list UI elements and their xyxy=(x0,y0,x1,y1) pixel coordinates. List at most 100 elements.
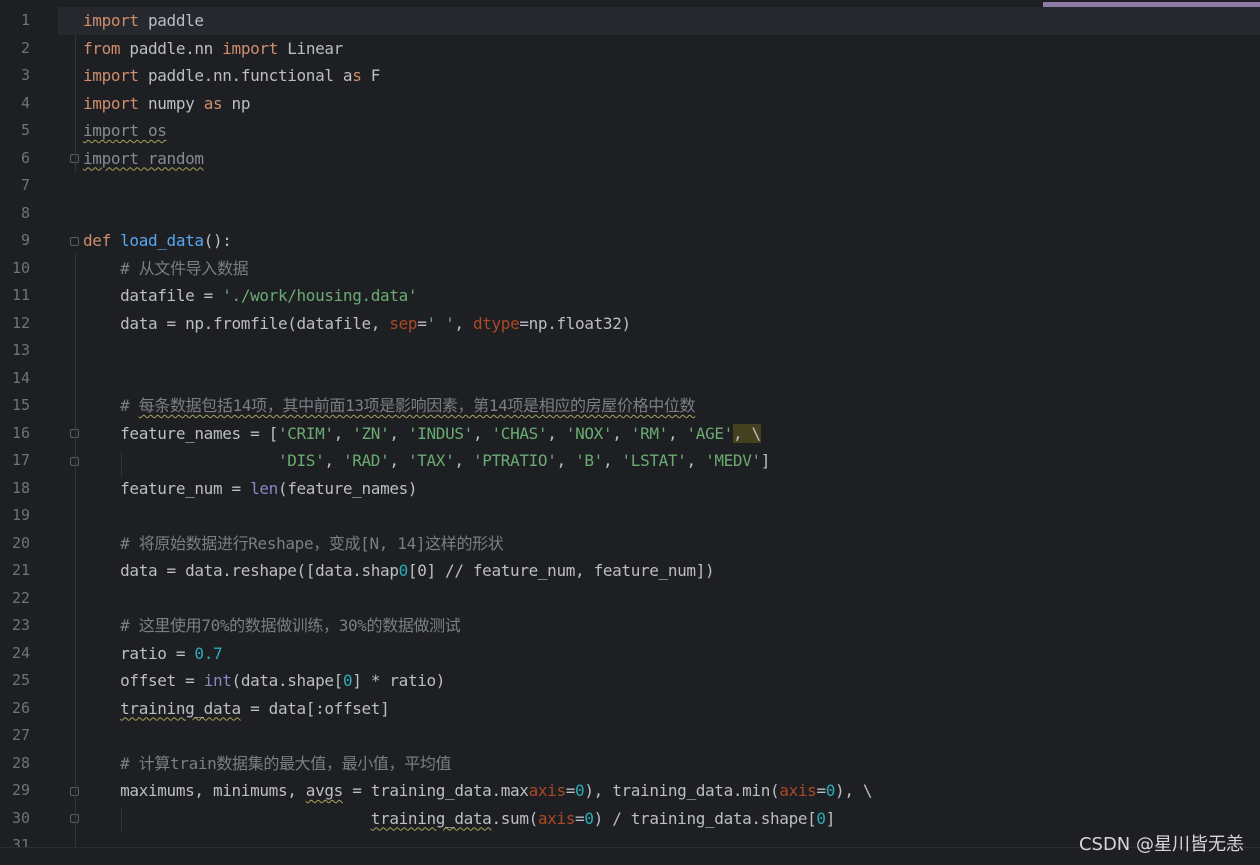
code-line[interactable]: feature_num = len(feature_names) xyxy=(83,475,417,503)
code-token: ] xyxy=(760,451,771,470)
line-number: 28 xyxy=(11,753,30,772)
line-number: 19 xyxy=(11,506,30,524)
code-token: 0 xyxy=(575,781,585,800)
code-line[interactable]: training_data = data[:offset] xyxy=(83,695,390,723)
code-token: 0 xyxy=(816,808,826,828)
code-token: sep xyxy=(389,313,418,333)
code-line[interactable]: import paddle xyxy=(58,7,1260,35)
code-line[interactable]: # 从文件导入数据 xyxy=(83,255,248,283)
code-token: paddle.nn.functional a xyxy=(138,66,353,85)
code-token: 'RAD' xyxy=(342,451,390,470)
line-number: 21 xyxy=(11,561,30,579)
code-token: 'LSTAT' xyxy=(621,451,687,470)
code-line[interactable]: from paddle.nn import Linear xyxy=(83,35,343,63)
code-line[interactable]: import random xyxy=(83,145,204,173)
code-token: datafile = xyxy=(83,286,223,305)
code-editor[interactable]: import paddle from paddle.nn import Line… xyxy=(58,7,1260,847)
code-token: axis xyxy=(528,781,566,800)
code-token: 每条数据包括14项，其中前面13项是影响因素，第14项是相应的房屋价格中位数 xyxy=(138,396,696,415)
code-line[interactable]: import numpy as np xyxy=(83,90,250,118)
line-number: 17 xyxy=(11,451,30,469)
code-line[interactable]: maximums, minimums, avgs = training_data… xyxy=(83,777,872,805)
code-line[interactable]: # 将原始数据进行Reshape，变成[N, 14]这样的形状 xyxy=(83,530,504,558)
line-number: 27 xyxy=(11,726,30,744)
code-line[interactable]: # 每条数据包括14项，其中前面13项是影响因素，第14项是相应的房屋价格中位数 xyxy=(83,392,695,420)
code-line[interactable]: data = np.fromfile(datafile, sep=' ', dt… xyxy=(83,310,631,338)
code-token: import xyxy=(222,38,278,58)
code-token: ] * ratio) xyxy=(352,671,446,690)
code-token: 0 xyxy=(398,561,409,580)
code-line[interactable]: # 计算train数据集的最大值，最小值，平均值 xyxy=(83,750,451,778)
code-token: training_data xyxy=(120,698,241,718)
code-token: import xyxy=(83,66,139,85)
line-number: 25 xyxy=(11,671,30,689)
code-token: ) / training_data.shape[ xyxy=(593,808,817,828)
code-line[interactable]: import paddle.nn.functional as F xyxy=(83,62,380,90)
line-number: 7 xyxy=(20,176,30,194)
code-token: =np.float32) xyxy=(519,313,631,333)
line-number: 3 xyxy=(20,66,30,84)
code-token: , xyxy=(324,451,343,470)
indent-guide xyxy=(75,254,76,847)
code-token: data = data.reshape([data.shap xyxy=(83,561,399,580)
line-number: 20 xyxy=(11,533,30,552)
code-token: ), training_data.min( xyxy=(584,781,780,800)
code-token: 'PTRATIO' xyxy=(472,451,557,470)
code-token: paddle.nn xyxy=(120,38,223,58)
line-number: 22 xyxy=(11,588,30,607)
code-token: 'RM' xyxy=(630,423,668,443)
code-token: [0] // feature_num, feature_num]) xyxy=(407,561,715,580)
code-token: import os xyxy=(83,121,167,140)
code-token: , xyxy=(547,423,566,443)
code-token: = xyxy=(417,313,427,333)
code-line[interactable]: 'DIS', 'RAD', 'TAX', 'PTRATIO', 'B', 'LS… xyxy=(83,447,770,475)
code-token: as xyxy=(203,93,223,113)
code-token: # xyxy=(83,396,139,415)
code-token: (): xyxy=(203,231,232,250)
code-line[interactable]: feature_names = ['CRIM', 'ZN', 'INDUS' , … xyxy=(83,420,761,448)
code-line[interactable]: offset = int(data.shape[0] * ratio) xyxy=(83,667,445,695)
line-number: 2 xyxy=(20,38,30,57)
code-token: 'TAX' xyxy=(407,451,455,470)
code-token: offset = xyxy=(83,671,204,690)
code-token: , \ xyxy=(732,423,761,443)
code-token: 0 xyxy=(584,808,594,828)
code-token: './work/housing.data' xyxy=(222,286,418,305)
line-number: 23 xyxy=(11,616,30,634)
code-token: data = np.fromfile(datafile, xyxy=(83,313,390,333)
line-number: 4 xyxy=(20,93,30,112)
code-line[interactable]: datafile = './work/housing.data' xyxy=(83,282,417,310)
code-token: 'INDUS' xyxy=(407,423,473,443)
code-token: 'ZN' xyxy=(352,423,390,443)
code-token: , xyxy=(612,423,631,443)
code-token: 0 xyxy=(825,781,836,800)
code-token: , xyxy=(667,423,687,443)
code-token: len xyxy=(250,478,278,498)
code-line[interactable]: training_data.sum(axis=0) / training_dat… xyxy=(83,805,836,833)
code-token: Linear xyxy=(277,38,343,58)
code-token: paddle xyxy=(138,11,204,30)
code-token: (feature_names) xyxy=(277,478,418,498)
code-line[interactable]: # 这里使用70%的数据做训练，30%的数据做测试 xyxy=(83,612,461,640)
code-line[interactable]: ratio = 0.7 xyxy=(83,640,222,668)
code-token: ] xyxy=(825,808,836,828)
line-number: 8 xyxy=(20,203,30,222)
code-token: feature_names = [ xyxy=(83,423,278,443)
code-line[interactable]: def load_data(): xyxy=(83,227,232,255)
code-token: import random xyxy=(83,148,204,168)
code-token: maximums, minimums, xyxy=(83,781,306,800)
code-token: 'NOX' xyxy=(565,423,613,443)
code-line[interactable]: data = data.reshape([data.shap0[0] // fe… xyxy=(83,557,714,585)
code-token: import xyxy=(83,11,139,30)
line-number: 5 xyxy=(20,121,30,139)
code-token: numpy xyxy=(138,93,204,113)
line-number: 29 xyxy=(11,781,30,799)
code-token: = data[:offset] xyxy=(240,698,390,718)
line-number: 11 xyxy=(11,286,30,304)
code-token: feature_num = xyxy=(83,478,251,498)
code-line[interactable]: import os xyxy=(83,117,167,145)
code-token: (data.shape[ xyxy=(231,671,344,690)
